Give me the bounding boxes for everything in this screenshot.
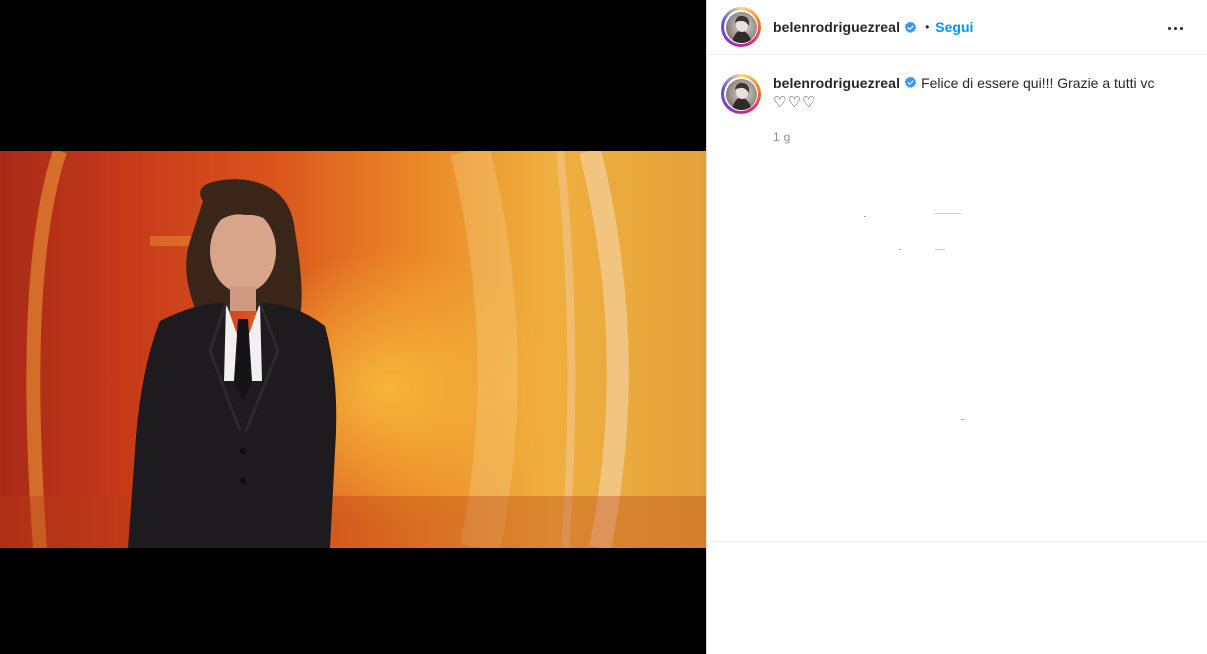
caption-text: Felice di essere qui!!! Grazie a tutti v… [921, 75, 1155, 91]
caption-hearts: ♡♡♡ [773, 94, 817, 111]
header-username[interactable]: belenrodriguezreal [773, 19, 900, 35]
verified-badge-icon [904, 21, 917, 33]
media-pane [0, 0, 706, 654]
caption-avatar-photo [725, 78, 757, 110]
avatar[interactable] [721, 7, 761, 47]
more-options-icon[interactable] [1163, 16, 1187, 40]
caption-text-block: belenrodriguezreal Felice di essere qui!… [773, 74, 1173, 146]
verified-badge-icon [904, 76, 917, 88]
header-separator: • [925, 20, 930, 34]
instagram-post-modal: belenrodriguezreal • Segui belenrodrigue… [0, 0, 1207, 654]
caption-comment: belenrodriguezreal Felice di essere qui!… [707, 56, 1207, 146]
post-timestamp[interactable]: 1 g [773, 128, 1173, 146]
avatar-photo [725, 11, 757, 43]
post-header: belenrodriguezreal • Segui [707, 0, 1207, 55]
caption-avatar[interactable] [721, 74, 761, 114]
post-video[interactable] [0, 151, 706, 548]
caption-username[interactable]: belenrodriguezreal [773, 75, 900, 91]
post-side-panel: belenrodriguezreal • Segui belenrodrigue… [706, 0, 1207, 654]
video-frame-image [0, 151, 706, 548]
follow-button[interactable]: Segui [935, 19, 973, 35]
actions-area [707, 542, 1207, 654]
comments-area: belenrodriguezreal Felice di essere qui!… [707, 56, 1207, 542]
